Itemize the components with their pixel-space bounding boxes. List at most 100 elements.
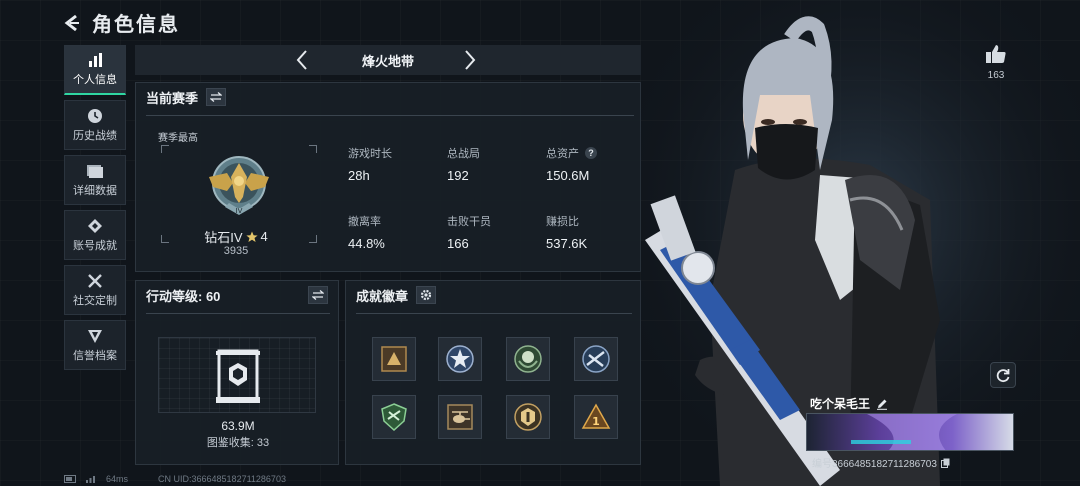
stat-extract-rate: 撤离率 44.8% <box>348 213 385 251</box>
star-icon <box>245 231 258 242</box>
stat-label: 总资产 <box>546 148 579 160</box>
chevron-right-icon[interactable] <box>463 48 477 77</box>
badge-slot[interactable] <box>372 337 416 381</box>
season-title: 当前赛季 <box>146 90 199 106</box>
swap-icon <box>312 290 324 300</box>
like-count: 163 <box>987 70 1005 81</box>
player-nickname: 吃个呆毛王 <box>810 397 871 411</box>
stat-value: 28h <box>348 168 370 183</box>
sidebar-item-personal-info[interactable]: 个人信息 <box>64 45 126 95</box>
folder-icon <box>87 164 103 178</box>
rifle-badge-icon <box>582 345 610 373</box>
sidebar-item-achievements[interactable]: 账号成就 <box>64 210 126 260</box>
level-switch-button[interactable] <box>308 286 328 304</box>
bar-chart-icon <box>89 53 102 67</box>
refresh-button[interactable] <box>990 362 1016 388</box>
sidebar-item-reputation[interactable]: 信誉档案 <box>64 320 126 370</box>
collection-case-icon <box>216 349 260 403</box>
like-button[interactable]: 163 <box>984 44 1008 81</box>
stat-value: 150.6M <box>546 168 590 183</box>
badge-slot[interactable] <box>506 337 550 381</box>
shield-icon <box>88 329 102 343</box>
title-bar: 角色信息 <box>62 8 180 37</box>
ping-value: 64ms <box>106 474 129 484</box>
level-header: 行动等级: 60 <box>136 281 338 309</box>
medal-badge-icon <box>514 403 542 431</box>
stat-value: 192 <box>447 168 469 183</box>
help-icon[interactable]: ? <box>585 147 597 159</box>
stat-label-row: 总资产 ? <box>546 145 597 161</box>
sidebar-item-label: 信誉档案 <box>73 349 117 362</box>
stat-label: 总战局 <box>447 148 480 160</box>
sidebar-item-detail-data[interactable]: 详细数据 <box>64 155 126 205</box>
sidebar-item-label: 历史战绩 <box>73 129 117 142</box>
stat-label: 赚损比 <box>546 216 579 228</box>
mode-selector: 烽火地带 <box>135 45 641 75</box>
stat-value: 166 <box>447 236 469 251</box>
sidebar: 个人信息 历史战绩 详细数据 账号成就 社交定制 信誉档案 <box>64 45 126 375</box>
laurel-badge-icon <box>514 345 542 373</box>
divider <box>146 115 634 116</box>
badge-slot[interactable] <box>506 395 550 439</box>
divider <box>146 313 330 314</box>
status-footer: 64ms CN UID:3666485182711286703 <box>64 474 286 484</box>
divider <box>356 313 632 314</box>
tools-icon <box>88 273 102 288</box>
badge-slot[interactable]: 1 <box>574 395 618 439</box>
name-card-banner[interactable] <box>806 413 1014 451</box>
uid-text: CN UID:3666485182711286703 <box>158 474 286 484</box>
stat-play-time: 游戏时长 28h <box>348 145 392 183</box>
player-id: 编号3666485182711286703 <box>812 459 937 470</box>
rank-line: 钻石IV 4 <box>136 227 336 246</box>
stat-value: 537.6K <box>546 236 588 251</box>
swap-icon <box>210 92 223 102</box>
stat-label: 游戏时长 <box>348 148 392 160</box>
achievement-header: 成就徽章 <box>346 281 640 309</box>
stat-total-matches: 总战局 192 <box>447 145 480 183</box>
battery-icon <box>64 475 76 483</box>
sidebar-item-label: 账号成就 <box>73 239 117 252</box>
badge-slot[interactable] <box>438 337 482 381</box>
level-title: 行动等级: 60 <box>146 288 221 304</box>
stat-kills: 击败干员 166 <box>447 213 491 251</box>
helicopter-badge-icon <box>447 404 473 430</box>
svg-text:1: 1 <box>592 415 600 428</box>
stat-profit-ratio: 赚损比 537.6K <box>546 213 587 251</box>
signal-icon <box>86 476 95 483</box>
sidebar-item-social[interactable]: 社交定制 <box>64 265 126 315</box>
page-title: 角色信息 <box>92 14 180 36</box>
action-level-panel: 行动等级: 60 63.9M 图鉴收集: 33 <box>135 280 339 465</box>
thumbs-up-icon <box>986 45 1006 63</box>
sidebar-item-label: 详细数据 <box>73 184 117 197</box>
number-one-badge-icon: 1 <box>581 403 611 429</box>
sidebar-item-history[interactable]: 历史战绩 <box>64 100 126 150</box>
mode-name: 烽火地带 <box>361 53 414 69</box>
svg-text:IV: IV <box>236 207 243 215</box>
season-header: 当前赛季 <box>136 83 640 111</box>
rank-name: 钻石IV <box>204 230 243 245</box>
player-id-row: 编号3666485182711286703 <box>812 455 950 470</box>
rank-stars: 4 <box>260 229 268 244</box>
diamond-icon <box>88 218 102 233</box>
achievement-settings-button[interactable] <box>416 286 437 304</box>
chevron-left-icon[interactable] <box>295 48 309 77</box>
back-arrow-icon[interactable] <box>62 13 82 33</box>
stat-label: 撤离率 <box>348 216 381 228</box>
stat-value: 44.8% <box>348 236 385 251</box>
badge-slot[interactable] <box>574 337 618 381</box>
triangle-badge-icon <box>381 346 407 372</box>
badge-slot[interactable] <box>438 395 482 439</box>
copy-icon[interactable] <box>940 458 950 468</box>
achievement-title: 成就徽章 <box>356 288 409 304</box>
achievement-panel: 成就徽章 1 <box>345 280 641 465</box>
season-switch-button[interactable] <box>206 88 227 106</box>
name-card-art <box>807 414 1013 450</box>
edit-pencil-icon[interactable] <box>876 398 888 410</box>
clock-icon <box>88 108 102 123</box>
stat-label: 击败干员 <box>447 216 491 228</box>
star-badge-icon <box>446 345 474 373</box>
nickname-row: 吃个呆毛王 <box>810 395 888 412</box>
sidebar-item-label: 个人信息 <box>73 74 117 86</box>
badge-slot[interactable] <box>372 395 416 439</box>
sidebar-item-label: 社交定制 <box>73 294 117 307</box>
